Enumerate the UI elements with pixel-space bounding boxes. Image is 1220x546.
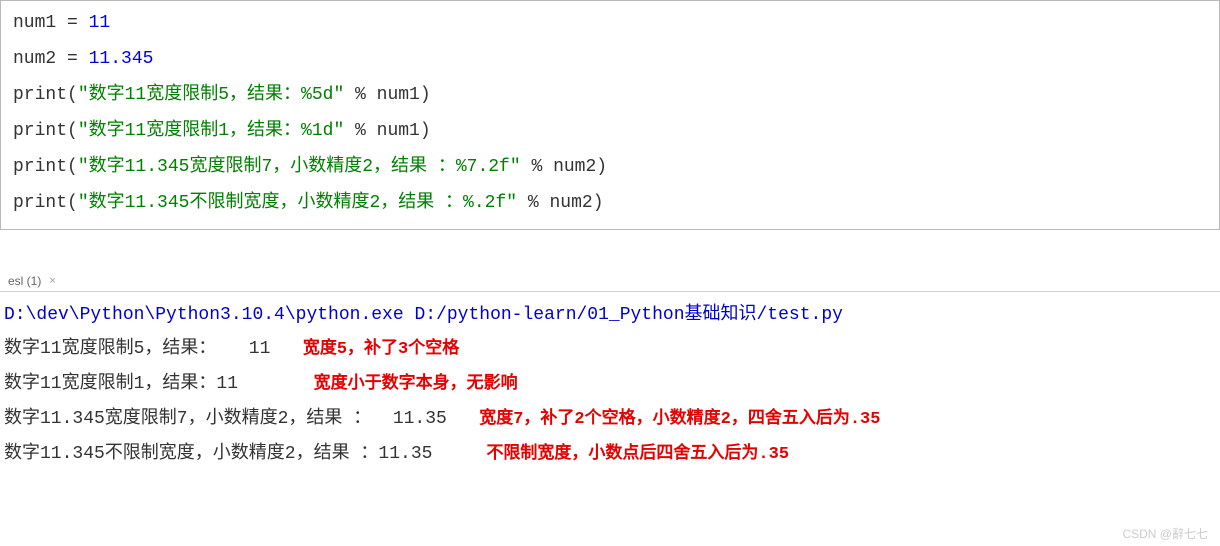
output-panel: D:\dev\Python\Python3.10.4\python.exe D:… bbox=[0, 292, 1220, 482]
code-line-4: print("数字11宽度限制1，结果：%1d" % num1) bbox=[13, 113, 1207, 149]
code-editor: num1 = 11 num2 = 11.345 print("数字11宽度限制5… bbox=[0, 0, 1220, 230]
number-literal: 11 bbox=[89, 13, 111, 33]
code-line-5: print("数字11.345宽度限制7，小数精度2，结果 ：%7.2f" % … bbox=[13, 149, 1207, 185]
operator: % bbox=[344, 121, 376, 141]
code-line-2: num2 = 11.345 bbox=[13, 41, 1207, 77]
open-paren: ( bbox=[67, 121, 78, 141]
output-text: 数字11宽度限制5，结果： 11 bbox=[4, 332, 303, 366]
identifier: num1 bbox=[377, 121, 420, 141]
string-literal: "数字11.345不限制宽度，小数精度2，结果 ：%.2f" bbox=[78, 193, 517, 213]
annotation: 宽度5，补了3个空格 bbox=[303, 333, 459, 367]
output-tab[interactable]: esl (1) bbox=[4, 272, 45, 290]
identifier: num1 bbox=[377, 85, 420, 105]
watermark: CSDN @辭七七 bbox=[1122, 525, 1208, 542]
operator: % bbox=[517, 193, 549, 213]
operator: = bbox=[56, 49, 88, 69]
code-line-1: num1 = 11 bbox=[13, 5, 1207, 41]
close-icon[interactable]: × bbox=[49, 275, 55, 287]
output-line-4: 数字11.345不限制宽度，小数精度2，结果 ：11.35 不限制宽度，小数点后… bbox=[4, 437, 1216, 472]
operator: % bbox=[344, 85, 376, 105]
open-paren: ( bbox=[67, 157, 78, 177]
function-name: print bbox=[13, 85, 67, 105]
close-paren: ) bbox=[596, 157, 607, 177]
function-name: print bbox=[13, 193, 67, 213]
output-tab-bar: esl (1) × bbox=[0, 270, 1220, 292]
identifier: num2 bbox=[549, 193, 592, 213]
string-literal: "数字11宽度限制1，结果：%1d" bbox=[78, 121, 344, 141]
annotation: 宽度7，补了2个空格，小数精度2，四舍五入后为.35 bbox=[479, 403, 880, 437]
output-line-2: 数字11宽度限制1，结果：11 宽度小于数字本身，无影响 bbox=[4, 367, 1216, 402]
annotation: 宽度小于数字本身，无影响 bbox=[314, 368, 518, 402]
code-line-3: print("数字11宽度限制5，结果：%5d" % num1) bbox=[13, 77, 1207, 113]
output-text: 数字11宽度限制1，结果：11 bbox=[4, 367, 314, 401]
output-line-3: 数字11.345宽度限制7，小数精度2，结果 ： 11.35 宽度7，补了2个空… bbox=[4, 402, 1216, 437]
identifier: num1 bbox=[13, 13, 56, 33]
identifier: num2 bbox=[13, 49, 56, 69]
close-paren: ) bbox=[420, 85, 431, 105]
close-paren: ) bbox=[420, 121, 431, 141]
string-literal: "数字11.345宽度限制7，小数精度2，结果 ：%7.2f" bbox=[78, 157, 521, 177]
operator: = bbox=[56, 13, 88, 33]
output-text: 数字11.345不限制宽度，小数精度2，结果 ：11.35 bbox=[4, 437, 486, 471]
code-line-6: print("数字11.345不限制宽度，小数精度2，结果 ：%.2f" % n… bbox=[13, 185, 1207, 221]
function-name: print bbox=[13, 157, 67, 177]
annotation: 不限制宽度，小数点后四舍五入后为.35 bbox=[486, 438, 789, 472]
output-text: 数字11.345宽度限制7，小数精度2，结果 ： 11.35 bbox=[4, 402, 479, 436]
string-literal: "数字11宽度限制5，结果：%5d" bbox=[78, 85, 344, 105]
open-paren: ( bbox=[67, 193, 78, 213]
identifier: num2 bbox=[553, 157, 596, 177]
number-literal: 11.345 bbox=[89, 49, 154, 69]
function-name: print bbox=[13, 121, 67, 141]
open-paren: ( bbox=[67, 85, 78, 105]
operator: % bbox=[521, 157, 553, 177]
output-line-1: 数字11宽度限制5，结果： 11 宽度5，补了3个空格 bbox=[4, 332, 1216, 367]
panel-gap bbox=[0, 230, 1220, 270]
output-command: D:\dev\Python\Python3.10.4\python.exe D:… bbox=[4, 298, 1216, 332]
close-paren: ) bbox=[593, 193, 604, 213]
